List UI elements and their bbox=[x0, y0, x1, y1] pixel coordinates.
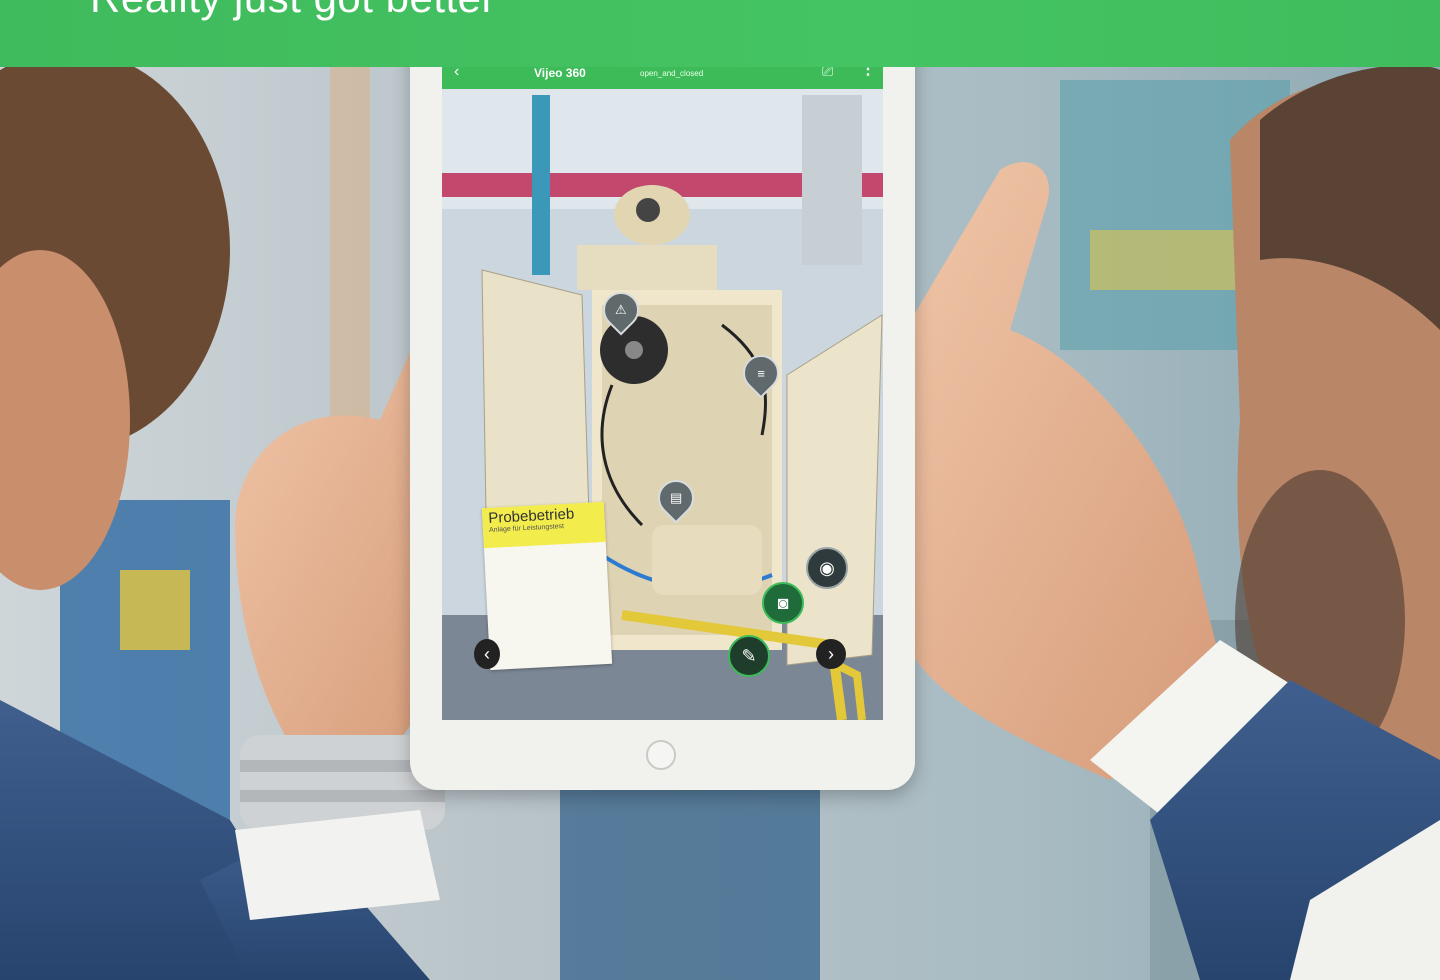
annotate-button[interactable]: ✎ bbox=[728, 635, 770, 677]
chevron-left-nav-icon: ‹ bbox=[484, 643, 490, 664]
view-button[interactable]: ◉ bbox=[806, 547, 848, 589]
document-icon: ▤ bbox=[669, 490, 683, 506]
list-icon: ≡ bbox=[757, 365, 765, 381]
home-button[interactable] bbox=[646, 740, 676, 770]
tablet-screen: ‹ Vijeo 360 open_and_closed ⎚ ⋮ ⚠ ≡ ▤ Pr… bbox=[442, 55, 883, 720]
previous-button[interactable]: ‹ bbox=[474, 639, 500, 669]
pencil-icon: ✎ bbox=[741, 645, 757, 666]
warning-icon: ⚠ bbox=[615, 302, 627, 317]
banner-title: Reality just got better bbox=[90, 0, 496, 22]
next-button[interactable]: › bbox=[816, 639, 846, 669]
machine-label-card: Probebetrieb Anlage für Leistungstest bbox=[481, 501, 613, 671]
label-header: Probebetrieb Anlage für Leistungstest bbox=[481, 501, 606, 549]
tablet-device: ‹ Vijeo 360 open_and_closed ⎚ ⋮ ⚠ ≡ ▤ Pr… bbox=[410, 0, 915, 790]
chevron-right-icon: › bbox=[828, 643, 834, 664]
top-banner: Reality just got better bbox=[0, 0, 1440, 67]
camera-button[interactable]: ◙ bbox=[762, 582, 804, 624]
camera-icon: ◙ bbox=[777, 592, 789, 613]
app-title: Vijeo 360 bbox=[534, 66, 586, 80]
photo-scene: ‹ Vijeo 360 open_and_closed ⎚ ⋮ ⚠ ≡ ▤ Pr… bbox=[0, 0, 1440, 980]
eye-icon: ◉ bbox=[819, 557, 835, 578]
app-subtitle: open_and_closed bbox=[640, 69, 704, 78]
